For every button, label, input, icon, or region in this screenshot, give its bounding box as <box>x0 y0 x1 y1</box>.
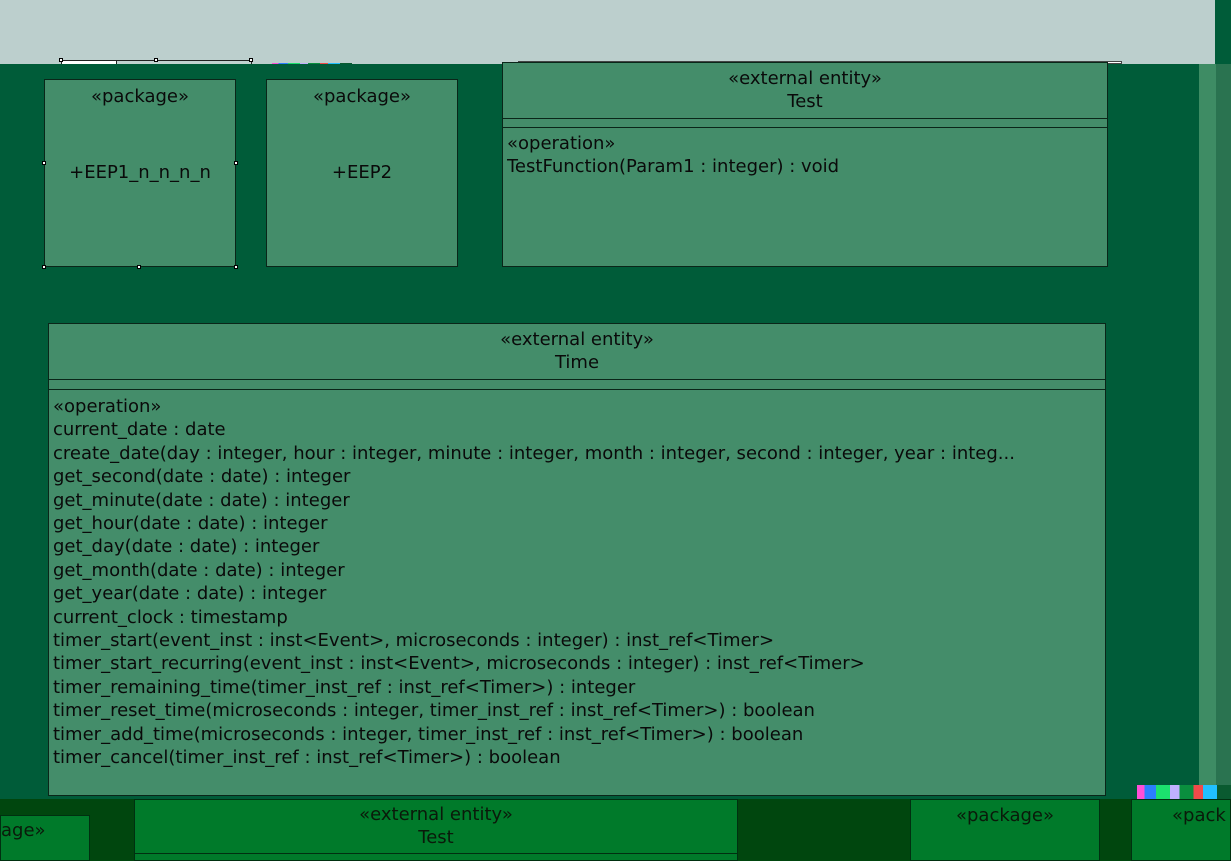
operation-separator <box>49 389 1105 390</box>
selection-handle[interactable] <box>249 58 253 62</box>
operation-item[interactable]: current_clock : timestamp <box>53 606 1099 629</box>
overview-entity[interactable]: «external entity» Test <box>134 799 738 861</box>
operation-item[interactable]: get_day(date : date) : integer <box>53 535 1099 558</box>
toolbar-icon-strip[interactable] <box>1137 785 1231 799</box>
overview-label: age» <box>1 820 46 841</box>
operations-header: «operation» <box>507 133 616 154</box>
entity-stereotype: «external entity» <box>500 329 654 350</box>
vertical-scrollbar-thumb[interactable] <box>1199 64 1216 785</box>
selection-handle[interactable] <box>234 265 238 269</box>
external-entity-time[interactable]: «external entity» Time «operation» curre… <box>48 323 1106 796</box>
package-eep2[interactable]: «package» +EEP2 <box>266 79 458 267</box>
selection-handle[interactable] <box>137 265 141 269</box>
entity-stereotype: «external entity» <box>728 68 882 89</box>
overview-package-stereotype: «package» <box>955 805 1054 826</box>
overview-label: «pack <box>1172 805 1226 826</box>
overview-entity-stereotype: «external entity» <box>359 804 513 825</box>
overview-package[interactable]: «package» <box>910 799 1100 861</box>
operation-item[interactable]: timer_reset_time(microseconds : integer,… <box>53 699 1099 722</box>
operation-item[interactable]: get_second(date : date) : integer <box>53 465 1099 488</box>
operation-compartment: «operation» TestFunction(Param1 : intege… <box>507 132 1103 179</box>
operation-item[interactable]: get_hour(date : date) : integer <box>53 512 1099 535</box>
operation-item[interactable]: TestFunction(Param1 : integer) : void <box>507 155 1103 178</box>
package-stereotype: «package» <box>312 86 411 107</box>
entity-name: Time <box>554 352 600 373</box>
selection-handle[interactable] <box>234 161 238 165</box>
overview-entity-name: Test <box>418 827 454 848</box>
package-eep1[interactable]: «package» +EEP1_n_n_n_n <box>44 79 236 267</box>
operation-item[interactable]: get_minute(date : date) : integer <box>53 489 1099 512</box>
package-stereotype: «package» <box>90 86 189 107</box>
operation-item[interactable]: timer_start(event_inst : inst<Event>, mi… <box>53 629 1099 652</box>
selection-handle[interactable] <box>42 161 46 165</box>
operation-compartment: «operation» current_date : date create_d… <box>53 395 1099 770</box>
package-name: +EEP1_n_n_n_n <box>69 162 211 183</box>
package-name: +EEP2 <box>331 162 393 183</box>
external-entity-test[interactable]: «external entity» Test «operation» TestF… <box>502 62 1108 267</box>
selection-handle[interactable] <box>42 265 46 269</box>
attribute-separator <box>503 118 1107 119</box>
overview-package-fragment[interactable]: age» <box>0 815 90 861</box>
selection-handle[interactable] <box>59 58 63 62</box>
operation-item[interactable]: timer_remaining_time(timer_inst_ref : in… <box>53 676 1099 699</box>
overview-separator <box>135 853 737 854</box>
operation-item[interactable]: get_year(date : date) : integer <box>53 582 1099 605</box>
operation-item[interactable]: timer_cancel(timer_inst_ref : inst_ref<T… <box>53 746 1099 769</box>
operation-separator <box>503 127 1107 128</box>
overview-package-fragment[interactable]: «pack <box>1131 799 1231 861</box>
operation-item[interactable]: create_date(day : integer, hour : intege… <box>53 442 1099 465</box>
operation-item[interactable]: get_month(date : date) : integer <box>53 559 1099 582</box>
operation-item[interactable]: timer_start_recurring(event_inst : inst<… <box>53 652 1099 675</box>
operations-header: «operation» <box>53 396 162 417</box>
operation-item[interactable]: current_date : date <box>53 418 1099 441</box>
selection-handle[interactable] <box>154 58 158 62</box>
entity-name: Test <box>787 91 823 112</box>
attribute-separator <box>49 379 1105 380</box>
operation-item[interactable]: timer_add_time(microseconds : integer, t… <box>53 723 1099 746</box>
